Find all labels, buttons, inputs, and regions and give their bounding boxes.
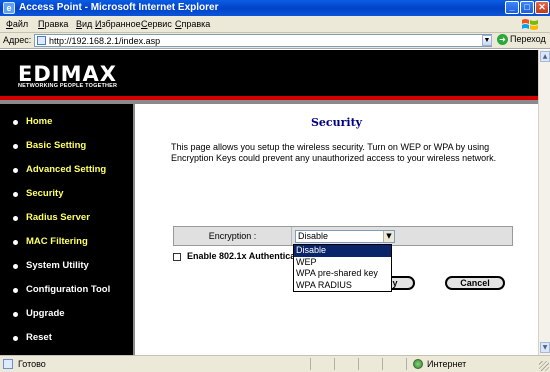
go-label: Переход: [510, 34, 546, 44]
sidebar-item-upgrade[interactable]: Upgrade: [0, 308, 133, 326]
vertical-scrollbar[interactable]: ▲ ▼: [538, 50, 550, 355]
bullet-icon: [13, 336, 18, 341]
option-wpa-radius[interactable]: WPA RADIUS: [294, 280, 391, 292]
address-bar: Адрес: http://192.168.2.1/index.asp ▼ ➜ П…: [0, 33, 550, 49]
sidebar-item-label: MAC Filtering: [26, 236, 88, 247]
sidebar-item-label: Configuration Tool: [26, 284, 111, 295]
menu-file[interactable]: Файл: [6, 19, 28, 29]
option-wpa-psk[interactable]: WPA pre-shared key: [294, 268, 391, 280]
sidebar-item-radius-server[interactable]: Radius Server: [0, 212, 133, 230]
bullet-icon: [13, 192, 18, 197]
menu-edit[interactable]: Правка: [38, 19, 68, 29]
cancel-button[interactable]: Cancel: [445, 276, 505, 290]
brand-tagline: NETWORKING PEOPLE TOGETHER: [18, 83, 118, 89]
sidebar-item-label: Radius Server: [26, 212, 90, 223]
bullet-icon: [13, 264, 18, 269]
resize-grip-icon[interactable]: [539, 361, 549, 371]
page-description: This page allows you setup the wireless …: [171, 142, 497, 163]
option-wep[interactable]: WEP: [294, 257, 391, 269]
bullet-icon: [13, 168, 18, 173]
menu-bar: Файл Правка Вид Избранное Сервис Справка: [0, 16, 550, 33]
sidebar-item-label: Upgrade: [26, 308, 65, 319]
page-content: EDIMAX NETWORKING PEOPLE TOGETHER Home B…: [0, 50, 538, 355]
page-title: Security: [310, 116, 363, 129]
sidebar-item-label: Basic Setting: [26, 140, 87, 151]
header-banner: EDIMAX NETWORKING PEOPLE TOGETHER: [0, 50, 538, 100]
sidebar-item-label: Home: [26, 116, 53, 127]
main-panel: Security This page allows you setup the …: [135, 104, 538, 355]
go-arrow-icon: ➜: [497, 34, 508, 46]
menu-help[interactable]: Справка: [175, 19, 210, 29]
window-titlebar[interactable]: e Access Point - Microsoft Internet Expl…: [0, 0, 550, 16]
page-done-icon: [3, 359, 13, 369]
bullet-icon: [13, 216, 18, 221]
address-url[interactable]: http://192.168.2.1/index.asp: [49, 35, 160, 47]
encryption-row: Encryption : Disable ▼: [173, 226, 513, 246]
internet-zone-icon: [413, 359, 423, 369]
status-bar: Готово Интернет: [0, 355, 550, 372]
option-disable[interactable]: Disable: [294, 245, 391, 257]
status-divider: [334, 358, 335, 370]
sidebar-item-label: Reset: [26, 332, 52, 343]
bullet-icon: [13, 312, 18, 317]
windows-flag-icon: [522, 19, 538, 30]
zone-label: Интернет: [427, 359, 467, 369]
encryption-selected-value: Disable: [298, 231, 329, 241]
maximize-button[interactable]: □: [520, 1, 534, 14]
bullet-icon: [13, 240, 18, 245]
status-divider: [358, 358, 359, 370]
status-text: Готово: [18, 359, 46, 369]
ie-icon: e: [3, 2, 15, 14]
status-divider: [382, 358, 383, 370]
status-divider: [310, 358, 311, 370]
menu-favorites[interactable]: Избранное: [95, 19, 141, 29]
bullet-icon: [13, 288, 18, 293]
scroll-down-icon[interactable]: ▼: [540, 342, 550, 353]
menu-tools[interactable]: Сервис: [141, 19, 172, 29]
sidebar-item-advanced-setting[interactable]: Advanced Setting: [0, 164, 133, 182]
bullet-icon: [13, 144, 18, 149]
close-button[interactable]: ✕: [535, 1, 549, 14]
address-input[interactable]: http://192.168.2.1/index.asp: [34, 34, 492, 47]
scroll-up-icon[interactable]: ▲: [540, 51, 550, 62]
minimize-button[interactable]: _: [505, 1, 519, 14]
enable-8021x-label: Enable 802.1x Authentica: [187, 251, 296, 261]
sidebar-item-system-utility[interactable]: System Utility: [0, 260, 133, 278]
sidebar-nav: Home Basic Setting Advanced Setting Secu…: [0, 104, 133, 355]
sidebar-item-label: System Utility: [26, 260, 89, 271]
address-dropdown-icon[interactable]: ▼: [482, 35, 492, 46]
enable-8021x-checkbox[interactable]: [173, 253, 181, 261]
sidebar-item-mac-filtering[interactable]: MAC Filtering: [0, 236, 133, 254]
status-divider: [406, 358, 407, 370]
sidebar-item-basic-setting[interactable]: Basic Setting: [0, 140, 133, 158]
sidebar-item-reset[interactable]: Reset: [0, 332, 133, 350]
encryption-select[interactable]: Disable ▼: [295, 230, 395, 243]
sidebar-item-security[interactable]: Security: [0, 188, 133, 206]
sidebar-item-home[interactable]: Home: [0, 116, 133, 134]
window-title: Access Point - Microsoft Internet Explor…: [19, 2, 219, 13]
sidebar-item-label: Security: [26, 188, 64, 199]
bullet-icon: [13, 120, 18, 125]
go-button[interactable]: ➜ Переход: [497, 34, 546, 46]
sidebar-item-label: Advanced Setting: [26, 164, 107, 175]
encryption-label: Encryption :: [174, 227, 292, 245]
encryption-options-list[interactable]: Disable WEP WPA pre-shared key WPA RADIU…: [293, 244, 392, 292]
address-label: Адрес:: [3, 35, 32, 45]
sidebar-item-configuration-tool[interactable]: Configuration Tool: [0, 284, 133, 302]
chevron-down-icon[interactable]: ▼: [383, 231, 394, 242]
page-icon: [37, 36, 46, 45]
menu-view[interactable]: Вид: [76, 19, 92, 29]
